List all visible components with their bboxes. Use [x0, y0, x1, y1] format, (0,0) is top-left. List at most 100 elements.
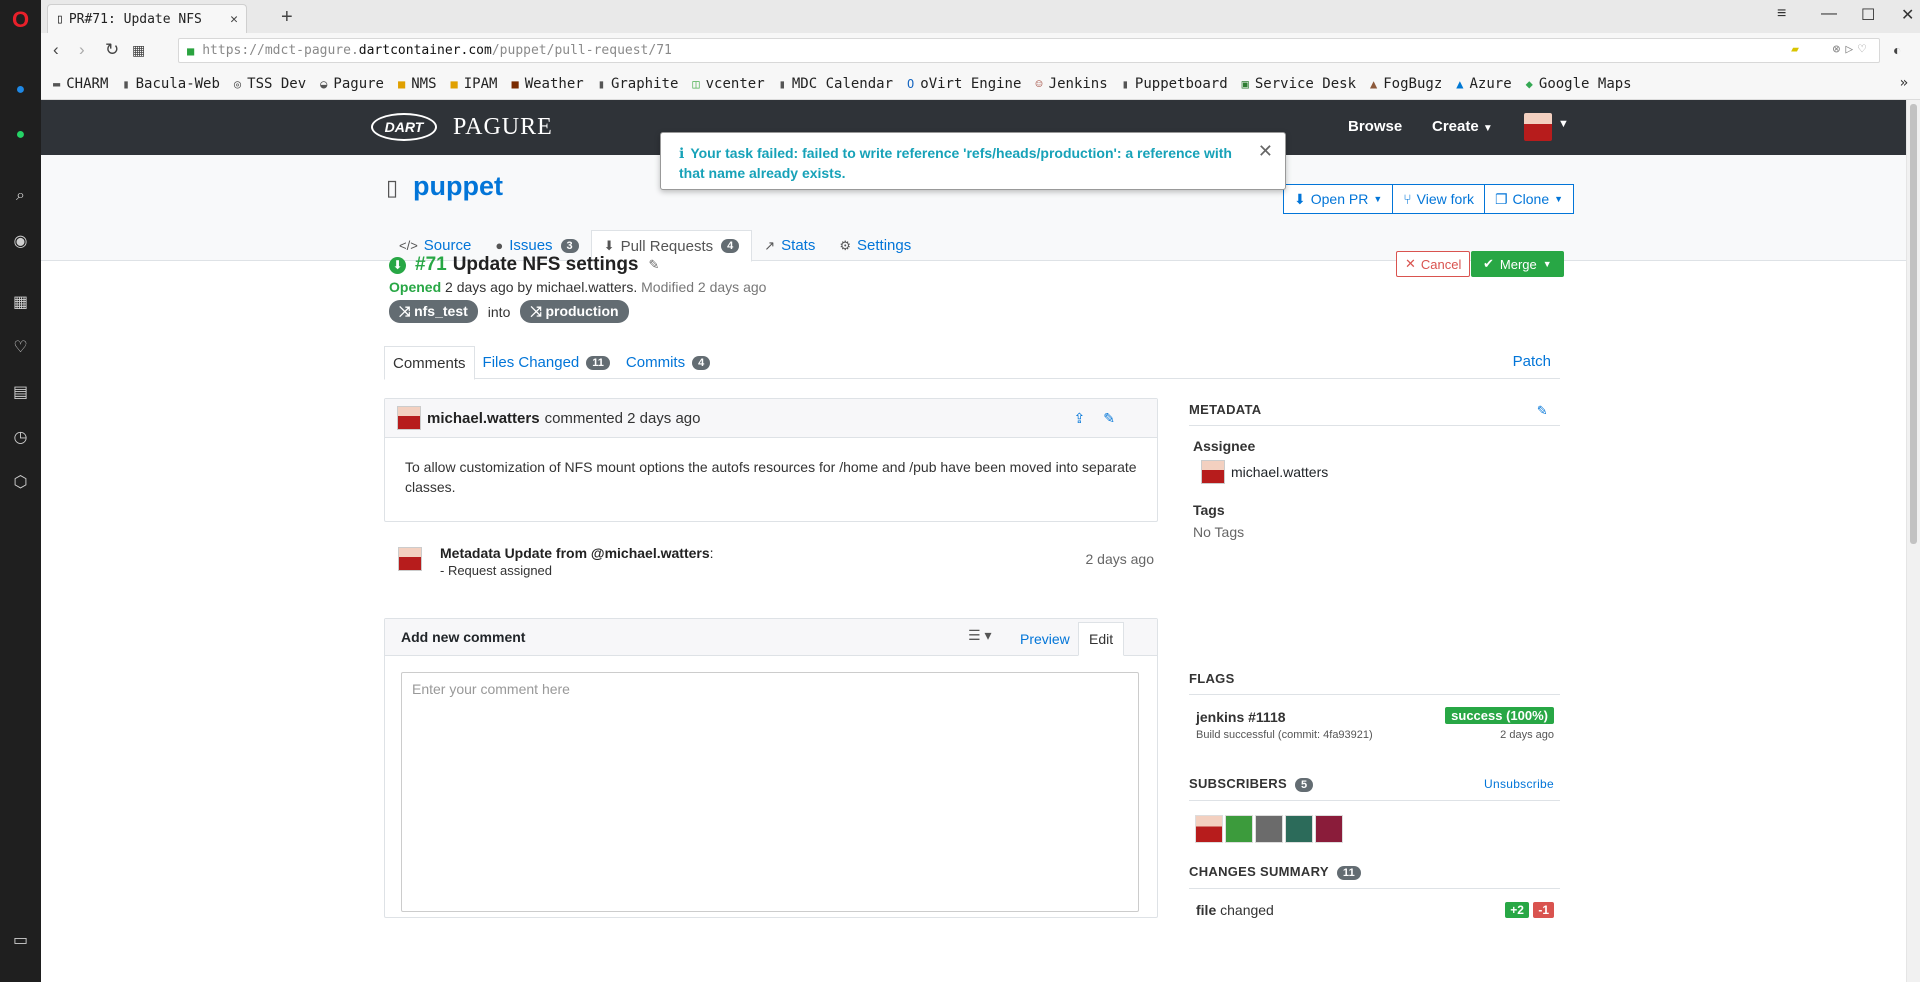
sidebar-toggle-icon[interactable]: ▭ — [0, 926, 41, 954]
new-tab-icon[interactable]: + — [281, 6, 293, 29]
caret-down-icon[interactable]: ▼ — [1558, 118, 1569, 130]
bookmark-azure[interactable]: ▲ Azure — [1456, 76, 1511, 92]
to-branch[interactable]: ⤨ production — [520, 300, 629, 323]
minimize-icon[interactable]: — — [1821, 5, 1837, 23]
tab-stats[interactable]: ↗ Stats — [752, 230, 827, 261]
assignee-name[interactable]: michael.watters — [1231, 464, 1328, 480]
bookmark-google-maps[interactable]: ◆ Google Maps — [1526, 76, 1632, 92]
sap-icon: ▬ — [53, 76, 61, 91]
avatar[interactable] — [1195, 815, 1223, 843]
bookmark-pagure[interactable]: ◒ Pagure — [320, 76, 384, 92]
extensions-icon[interactable]: ⬡ — [0, 468, 41, 496]
avatar[interactable] — [1315, 815, 1343, 843]
browse-link[interactable]: Browse — [1348, 118, 1402, 135]
user-avatar[interactable] — [1524, 113, 1552, 141]
view-fork-button[interactable]: ⑂ View fork — [1393, 184, 1485, 214]
close-alert-icon[interactable]: ✕ — [1258, 141, 1273, 161]
flag-name[interactable]: jenkins #1118 — [1196, 709, 1286, 725]
bookmark-weather[interactable]: ■ Weather — [511, 76, 583, 92]
metadata-heading: METADATA ✎ — [1189, 402, 1560, 425]
repo-name[interactable]: puppet — [413, 171, 503, 202]
error-alert: ℹ Your task failed: failed to write refer… — [660, 132, 1286, 190]
whatsapp-icon[interactable]: ● — [0, 121, 41, 149]
bookmark-charm[interactable]: ▬ CHARM — [53, 76, 108, 92]
bookmark-mdc-calendar[interactable]: ▮ MDC Calendar — [779, 76, 893, 92]
tab-files-changed[interactable]: Files Changed 11 — [475, 346, 618, 379]
bookmark-ovirt-engine[interactable]: OoVirt Engine — [907, 76, 1021, 92]
bookmark-nms[interactable]: ■ NMS — [398, 76, 437, 92]
bookmark-puppetboard[interactable]: ▮ Puppetboard — [1122, 76, 1228, 92]
avatar[interactable] — [398, 547, 422, 571]
pull-request-icon: ⬇ — [603, 238, 615, 253]
avatar[interactable] — [397, 406, 421, 430]
create-menu[interactable]: Create ▼ — [1432, 118, 1493, 135]
avatar[interactable] — [1225, 815, 1253, 843]
edit-tab[interactable]: Edit — [1078, 622, 1125, 656]
tab-commits[interactable]: Commits 4 — [618, 346, 718, 379]
bookmark-label: Puppetboard — [1134, 75, 1228, 92]
back-icon[interactable]: ‹ — [53, 40, 59, 60]
patch-link[interactable]: Patch — [1513, 353, 1551, 370]
tab-settings[interactable]: ⚙ Settings — [827, 230, 923, 261]
mu-user: @michael.watters — [590, 545, 710, 561]
from-branch[interactable]: ⤨ nfs_test — [389, 300, 478, 323]
close-window-icon[interactable]: ✕ — [1901, 5, 1914, 25]
pencil-icon[interactable]: ✎ — [649, 257, 660, 273]
open-pr-button[interactable]: ⬇ Open PR ▼ — [1283, 184, 1394, 214]
news-flag-icon[interactable]: ▰ — [1791, 42, 1799, 57]
speed-dial-icon[interactable]: ▦ — [0, 288, 41, 316]
changes-summary-title: CHANGES SUMMARY — [1189, 864, 1329, 879]
list-format-icon[interactable]: ☰ ▾ — [968, 627, 991, 644]
url-field[interactable]: ■ https://mdct-pagure. dartcontainer.com /… — [178, 38, 1880, 63]
tab-menu-icon[interactable]: ≡ — [1777, 5, 1786, 23]
more-bookmarks-icon[interactable]: » — [1900, 75, 1908, 91]
bookmark-vcenter[interactable]: ◫ vcenter — [692, 76, 764, 92]
camera-icon[interactable]: ◉ — [0, 227, 41, 255]
heart-icon[interactable]: ♡ — [0, 333, 41, 361]
news-icon[interactable]: ▤ — [0, 378, 41, 406]
unsubscribe-link[interactable]: Unsubscribe — [1484, 777, 1554, 791]
scrollbar-thumb[interactable] — [1910, 104, 1917, 544]
bookmark-tss-dev[interactable]: ◎ TSS Dev — [234, 76, 306, 92]
bookmark-label: Graphite — [610, 75, 679, 92]
avatar[interactable] — [1201, 460, 1225, 484]
pencil-icon[interactable]: ✎ — [1537, 403, 1548, 419]
bookmark-ipam[interactable]: ■ IPAM — [451, 76, 498, 92]
messenger-icon[interactable]: ● — [0, 76, 41, 104]
bookmark-fogbugz[interactable]: ▲ FogBugz — [1370, 76, 1442, 92]
opera-menu-icon[interactable]: O — [0, 6, 41, 34]
avatar[interactable] — [1255, 815, 1283, 843]
tags-label: Tags — [1193, 502, 1225, 518]
comment-user[interactable]: michael.watters — [427, 410, 540, 427]
share-icon[interactable]: ⇪ — [1074, 410, 1104, 426]
bookmark-jenkins[interactable]: ☺ Jenkins — [1035, 76, 1107, 92]
bookmark-service-desk[interactable]: ▣ Service Desk — [1242, 76, 1356, 92]
browser-tab[interactable]: ▯ PR#71: Update NFS ✕ — [47, 4, 247, 33]
clone-button[interactable]: ❐ Clone ▼ — [1484, 184, 1575, 214]
pr-tabs: Comments Files Changed 11 Commits 4 Patch — [384, 346, 1560, 380]
url-actions-icon[interactable]: ⊗▷♡ — [1833, 42, 1871, 57]
clone-label: Clone — [1512, 191, 1550, 207]
brand[interactable]: DART PAGURE — [371, 113, 553, 141]
avatar[interactable] — [1285, 815, 1313, 843]
vertical-scrollbar[interactable] — [1906, 100, 1920, 982]
bookmark-graphite[interactable]: ▮ Graphite — [598, 76, 679, 92]
bookmark-label: Google Maps — [1538, 75, 1632, 92]
tab-comments[interactable]: Comments — [384, 346, 475, 380]
search-icon[interactable]: ⌕ — [0, 182, 41, 210]
maximize-icon[interactable]: ☐ — [1861, 5, 1875, 25]
bookmark-bacula-web[interactable]: ▮ Bacula-Web — [122, 76, 220, 92]
history-icon[interactable]: ◷ — [0, 423, 41, 451]
pencil-icon[interactable]: ✎ — [1103, 410, 1133, 426]
vpn-icon[interactable]: ◐ — [1893, 42, 1901, 58]
divider — [1189, 800, 1560, 801]
comment-textarea[interactable]: Enter your comment here — [401, 672, 1139, 912]
reload-icon[interactable]: ↻ — [105, 40, 119, 60]
preview-tab[interactable]: Preview — [1010, 622, 1080, 656]
tabs-grid-icon[interactable]: ▦ — [132, 42, 145, 59]
close-tab-icon[interactable]: ✕ — [230, 12, 238, 27]
cancel-button[interactable]: ✕ Cancel — [1396, 251, 1471, 277]
merge-button[interactable]: ✔ Merge ▼ — [1471, 251, 1564, 277]
file-change-row[interactable]: file changed +2 -1 — [1189, 899, 1560, 923]
forward-icon[interactable]: › — [79, 40, 85, 60]
